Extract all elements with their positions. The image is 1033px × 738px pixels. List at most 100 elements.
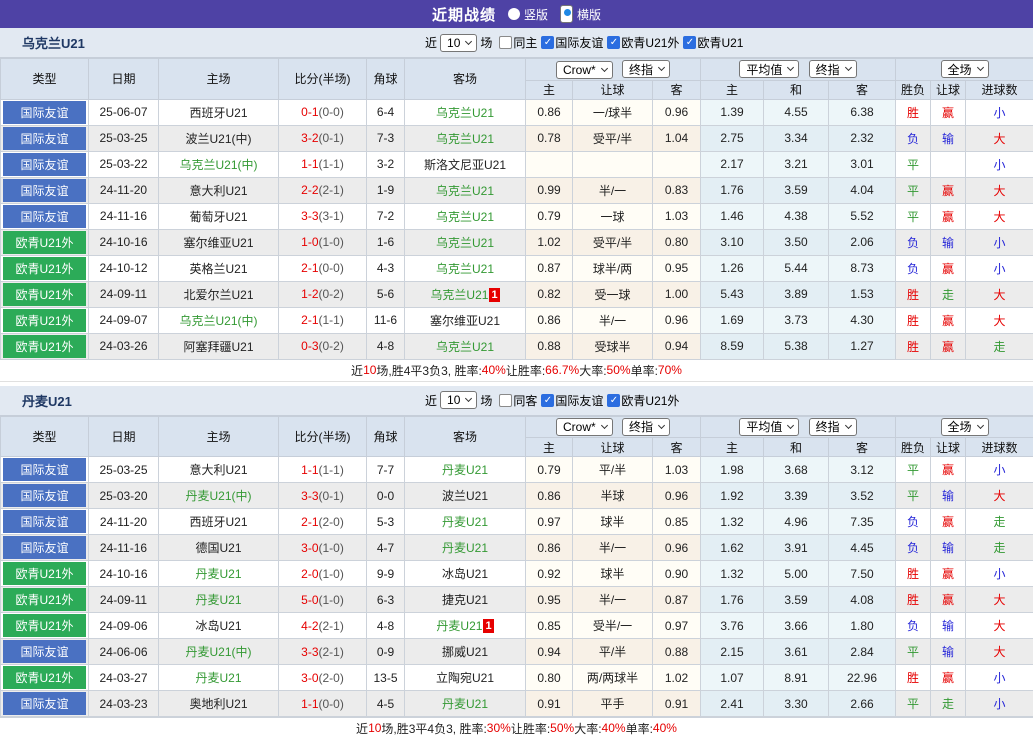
away-team-name[interactable]: 乌克兰U21 [436,340,494,354]
odds-time-select[interactable]: 终指 [622,418,670,436]
bookmaker-select[interactable]: Crow* [556,61,613,79]
home-team-name[interactable]: 冰岛U21 [195,619,241,633]
home-team-name[interactable]: 塞尔维亚U21 [183,236,253,250]
away-team[interactable]: 丹麦U21 [405,535,526,561]
away-team[interactable]: 乌克兰U211 [405,281,526,307]
away-team-name[interactable]: 乌克兰U21 [436,262,494,276]
checkbox-checked-icon[interactable]: ✓ [683,36,696,49]
away-team[interactable]: 丹麦U21 [405,457,526,483]
radio-vertical-layout[interactable]: 竖版 [508,6,548,23]
home-team[interactable]: 冰岛U21 [159,613,279,639]
home-team[interactable]: 丹麦U21 [159,587,279,613]
away-team-name[interactable]: 乌克兰U21 [436,236,494,250]
home-team-name[interactable]: 丹麦U21 [195,593,241,607]
checkbox-checked-icon[interactable]: ✓ [607,36,620,49]
home-team[interactable]: 德国U21 [159,535,279,561]
home-team[interactable]: 意大利U21 [159,177,279,203]
home-team[interactable]: 丹麦U21 [159,561,279,587]
home-team[interactable]: 英格兰U21 [159,255,279,281]
home-team-name[interactable]: 西班牙U21 [189,106,247,120]
checkbox-unchecked-icon[interactable] [499,36,512,49]
home-team-name[interactable]: 德国U21 [195,541,241,555]
home-team-name[interactable]: 阿塞拜疆U21 [183,340,253,354]
home-team-name[interactable]: 葡萄牙U21 [189,210,247,224]
away-team-name[interactable]: 丹麦U21 [442,515,488,529]
away-team[interactable]: 乌克兰U21 [405,125,526,151]
radio-icon[interactable] [508,8,520,20]
full-match-select[interactable]: 全场 [941,60,989,78]
odds-time-select[interactable]: 终指 [622,60,670,78]
checkbox-checked-icon[interactable]: ✓ [607,394,620,407]
away-team[interactable]: 乌克兰U21 [405,229,526,255]
away-team-name[interactable]: 波兰U21 [442,489,488,503]
away-team[interactable]: 乌克兰U21 [405,333,526,359]
odds-time-select-2[interactable]: 终指 [809,418,857,436]
away-team[interactable]: 乌克兰U21 [405,255,526,281]
home-team-name[interactable]: 丹麦U21 [195,567,241,581]
full-match-select[interactable]: 全场 [941,418,989,436]
checkbox-checked-icon[interactable]: ✓ [541,36,554,49]
home-team-name[interactable]: 北爱尔兰U21 [183,288,253,302]
home-team[interactable]: 塞尔维亚U21 [159,229,279,255]
away-team[interactable]: 塞尔维亚U21 [405,307,526,333]
away-team-name[interactable]: 丹麦U21 [442,697,488,711]
home-team-name[interactable]: 奥地利U21 [189,697,247,711]
away-team-name[interactable]: 丹麦U21 [442,541,488,555]
average-select[interactable]: 平均值 [739,418,799,436]
home-team[interactable]: 意大利U21 [159,457,279,483]
home-team[interactable]: 西班牙U21 [159,99,279,125]
match-count-select[interactable]: 10 [440,34,477,52]
away-team-name[interactable]: 乌克兰U21 [436,210,494,224]
filter-checkbox[interactable]: ✓国际友谊 [541,392,603,409]
away-team-name[interactable]: 乌克兰U21 [436,132,494,146]
home-team-name[interactable]: 乌克兰U21(中) [179,314,257,328]
home-team[interactable]: 丹麦U21 [159,665,279,691]
match-count-select[interactable]: 10 [440,391,477,409]
away-team[interactable]: 立陶宛U21 [405,665,526,691]
filter-checkbox[interactable]: ✓欧青U21 [683,34,743,51]
filter-checkbox[interactable]: 同客 [499,392,537,409]
home-team[interactable]: 葡萄牙U21 [159,203,279,229]
away-team[interactable]: 丹麦U211 [405,613,526,639]
filter-checkbox[interactable]: ✓欧青U21外 [607,34,679,51]
home-team[interactable]: 丹麦U21(中) [159,639,279,665]
odds-time-select-2[interactable]: 终指 [809,60,857,78]
away-team-name[interactable]: 挪威U21 [442,645,488,659]
home-team[interactable]: 丹麦U21(中) [159,483,279,509]
away-team-name[interactable]: 乌克兰U21 [430,288,488,302]
home-team-name[interactable]: 丹麦U21 [195,671,241,685]
bookmaker-select[interactable]: Crow* [556,418,613,436]
filter-checkbox[interactable]: ✓国际友谊 [541,34,603,51]
away-team-name[interactable]: 丹麦U21 [436,619,482,633]
home-team[interactable]: 阿塞拜疆U21 [159,333,279,359]
away-team-name[interactable]: 冰岛U21 [442,567,488,581]
away-team-name[interactable]: 丹麦U21 [442,463,488,477]
away-team-name[interactable]: 立陶宛U21 [436,671,494,685]
home-team-name[interactable]: 英格兰U21 [189,262,247,276]
away-team[interactable]: 捷克U21 [405,587,526,613]
away-team[interactable]: 丹麦U21 [405,691,526,717]
away-team[interactable]: 丹麦U21 [405,509,526,535]
checkbox-checked-icon[interactable]: ✓ [541,394,554,407]
away-team[interactable]: 乌克兰U21 [405,203,526,229]
average-select[interactable]: 平均值 [739,60,799,78]
home-team-name[interactable]: 丹麦U21(中) [185,645,251,659]
filter-checkbox[interactable]: 同主 [499,34,537,51]
home-team-name[interactable]: 波兰U21(中) [185,132,251,146]
home-team[interactable]: 奥地利U21 [159,691,279,717]
away-team-name[interactable]: 塞尔维亚U21 [430,314,500,328]
away-team[interactable]: 乌克兰U21 [405,99,526,125]
away-team[interactable]: 挪威U21 [405,639,526,665]
away-team-name[interactable]: 乌克兰U21 [436,106,494,120]
away-team-name[interactable]: 乌克兰U21 [436,184,494,198]
checkbox-unchecked-icon[interactable] [499,394,512,407]
home-team-name[interactable]: 意大利U21 [189,463,247,477]
away-team[interactable]: 冰岛U21 [405,561,526,587]
radio-selected-icon[interactable] [560,5,573,23]
home-team[interactable]: 西班牙U21 [159,509,279,535]
home-team[interactable]: 乌克兰U21(中) [159,151,279,177]
away-team[interactable]: 波兰U21 [405,483,526,509]
filter-checkbox[interactable]: ✓欧青U21外 [607,392,679,409]
away-team-name[interactable]: 捷克U21 [442,593,488,607]
home-team-name[interactable]: 意大利U21 [189,184,247,198]
